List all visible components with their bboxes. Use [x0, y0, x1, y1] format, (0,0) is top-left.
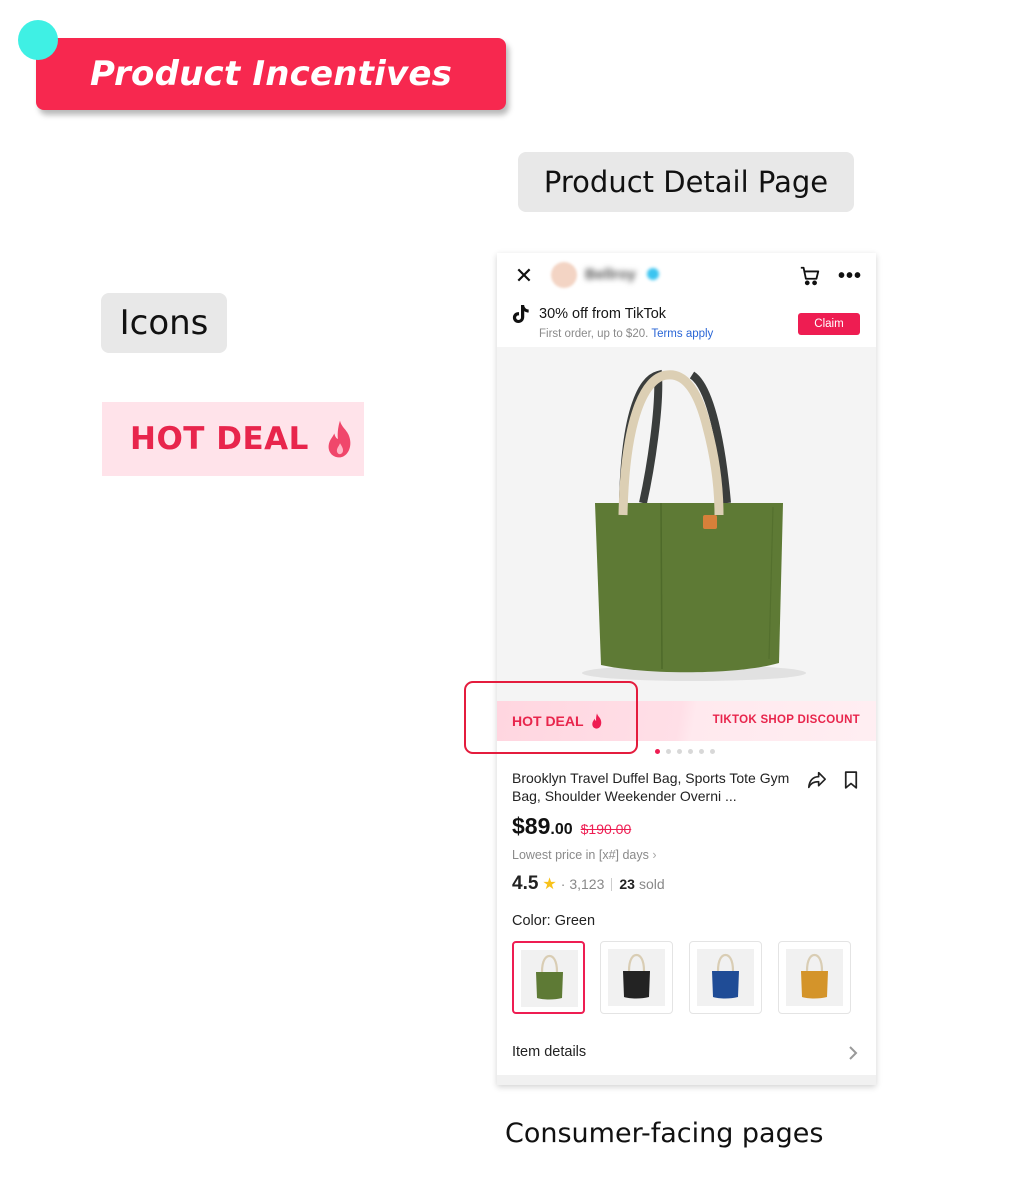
carousel-dot[interactable] — [699, 749, 704, 754]
tote-bag-image — [582, 369, 806, 681]
cart-icon[interactable] — [797, 263, 823, 289]
section-divider — [497, 1075, 876, 1085]
color-swatch-yellow[interactable] — [778, 941, 851, 1014]
sale-price: $89.00 — [512, 813, 573, 840]
hot-deal-icon-text: HOT DEAL — [130, 421, 309, 457]
bookmark-icon[interactable] — [840, 769, 862, 791]
color-swatch-green[interactable] — [512, 941, 585, 1014]
close-icon[interactable]: ✕ — [511, 263, 537, 289]
decorative-teal-dot — [18, 20, 58, 60]
hot-deal-icon-sample: HOT DEAL — [102, 402, 364, 476]
rating-value: 4.5 — [512, 873, 539, 894]
sold-label: sold — [638, 876, 665, 892]
carousel-dot[interactable] — [688, 749, 693, 754]
pdp-section-label: Product Detail Page — [518, 152, 854, 212]
item-details-row[interactable]: Item details — [497, 1035, 876, 1071]
shop-name[interactable]: Bellroy — [585, 266, 636, 283]
carousel-dot[interactable] — [677, 749, 682, 754]
swatch-image — [521, 950, 578, 1007]
carousel-dot[interactable] — [710, 749, 715, 754]
terms-link[interactable]: Terms apply — [651, 328, 713, 340]
lowest-price-text: Lowest price in [x#] days — [512, 848, 649, 862]
lowest-price-link[interactable]: Lowest price in [x#] days › — [512, 848, 657, 862]
shop-avatar[interactable] — [551, 262, 577, 288]
claim-button[interactable]: Claim — [798, 313, 860, 335]
price-row: $89.00 $190.00 — [512, 813, 631, 840]
swatch-image — [697, 949, 754, 1006]
coupon-banner: 30% off from TikTok First order, up to $… — [497, 297, 876, 347]
pdp-top-bar: ✕ Bellroy ••• — [497, 253, 876, 297]
icons-section-label: Icons — [101, 293, 227, 353]
color-swatch-blue[interactable] — [689, 941, 762, 1014]
sold-count: 23 — [619, 876, 635, 892]
coupon-subtitle: First order, up to $20. Terms apply — [539, 328, 713, 340]
item-details-label: Item details — [512, 1044, 587, 1060]
verified-badge-icon — [647, 268, 659, 280]
slide-title-banner: Product Incentives — [36, 38, 506, 110]
original-price: $190.00 — [580, 821, 632, 837]
image-carousel-indicator — [655, 749, 715, 754]
carousel-dot[interactable] — [655, 749, 660, 754]
flame-icon — [328, 420, 351, 458]
tiktok-shop-discount-label: TIKTOK SHOP DISCOUNT — [712, 714, 860, 726]
swatch-image — [786, 949, 843, 1006]
carousel-dot[interactable] — [666, 749, 671, 754]
divider — [611, 877, 613, 891]
more-options-icon[interactable]: ••• — [837, 263, 863, 289]
price-dollars: $89 — [512, 813, 551, 839]
color-label: Color: Green — [512, 913, 596, 929]
review-count: · 3,123 — [560, 876, 605, 892]
phone-mockup: ✕ Bellroy ••• 30% off from TikTok First … — [497, 253, 876, 1085]
hot-deal-highlight-box — [464, 681, 638, 754]
share-icon[interactable] — [805, 769, 829, 791]
product-title: Brooklyn Travel Duffel Bag, Sports Tote … — [512, 770, 790, 804]
swatch-image — [608, 949, 665, 1006]
color-swatch-black[interactable] — [600, 941, 673, 1014]
rating-row[interactable]: 4.5 ★ · 3,123 23 sold — [512, 873, 665, 895]
star-icon: ★ — [542, 876, 557, 893]
slide-title: Product Incentives — [89, 54, 453, 94]
product-image[interactable] — [497, 347, 876, 702]
price-cents: .00 — [550, 821, 573, 838]
chevron-right-icon — [845, 1043, 861, 1063]
tiktok-logo-icon — [511, 303, 531, 325]
coupon-condition: First order, up to $20. — [539, 328, 649, 340]
chevron-right-icon: › — [652, 848, 657, 862]
coupon-title: 30% off from TikTok — [539, 306, 667, 322]
caption: Consumer-facing pages — [505, 1118, 824, 1149]
